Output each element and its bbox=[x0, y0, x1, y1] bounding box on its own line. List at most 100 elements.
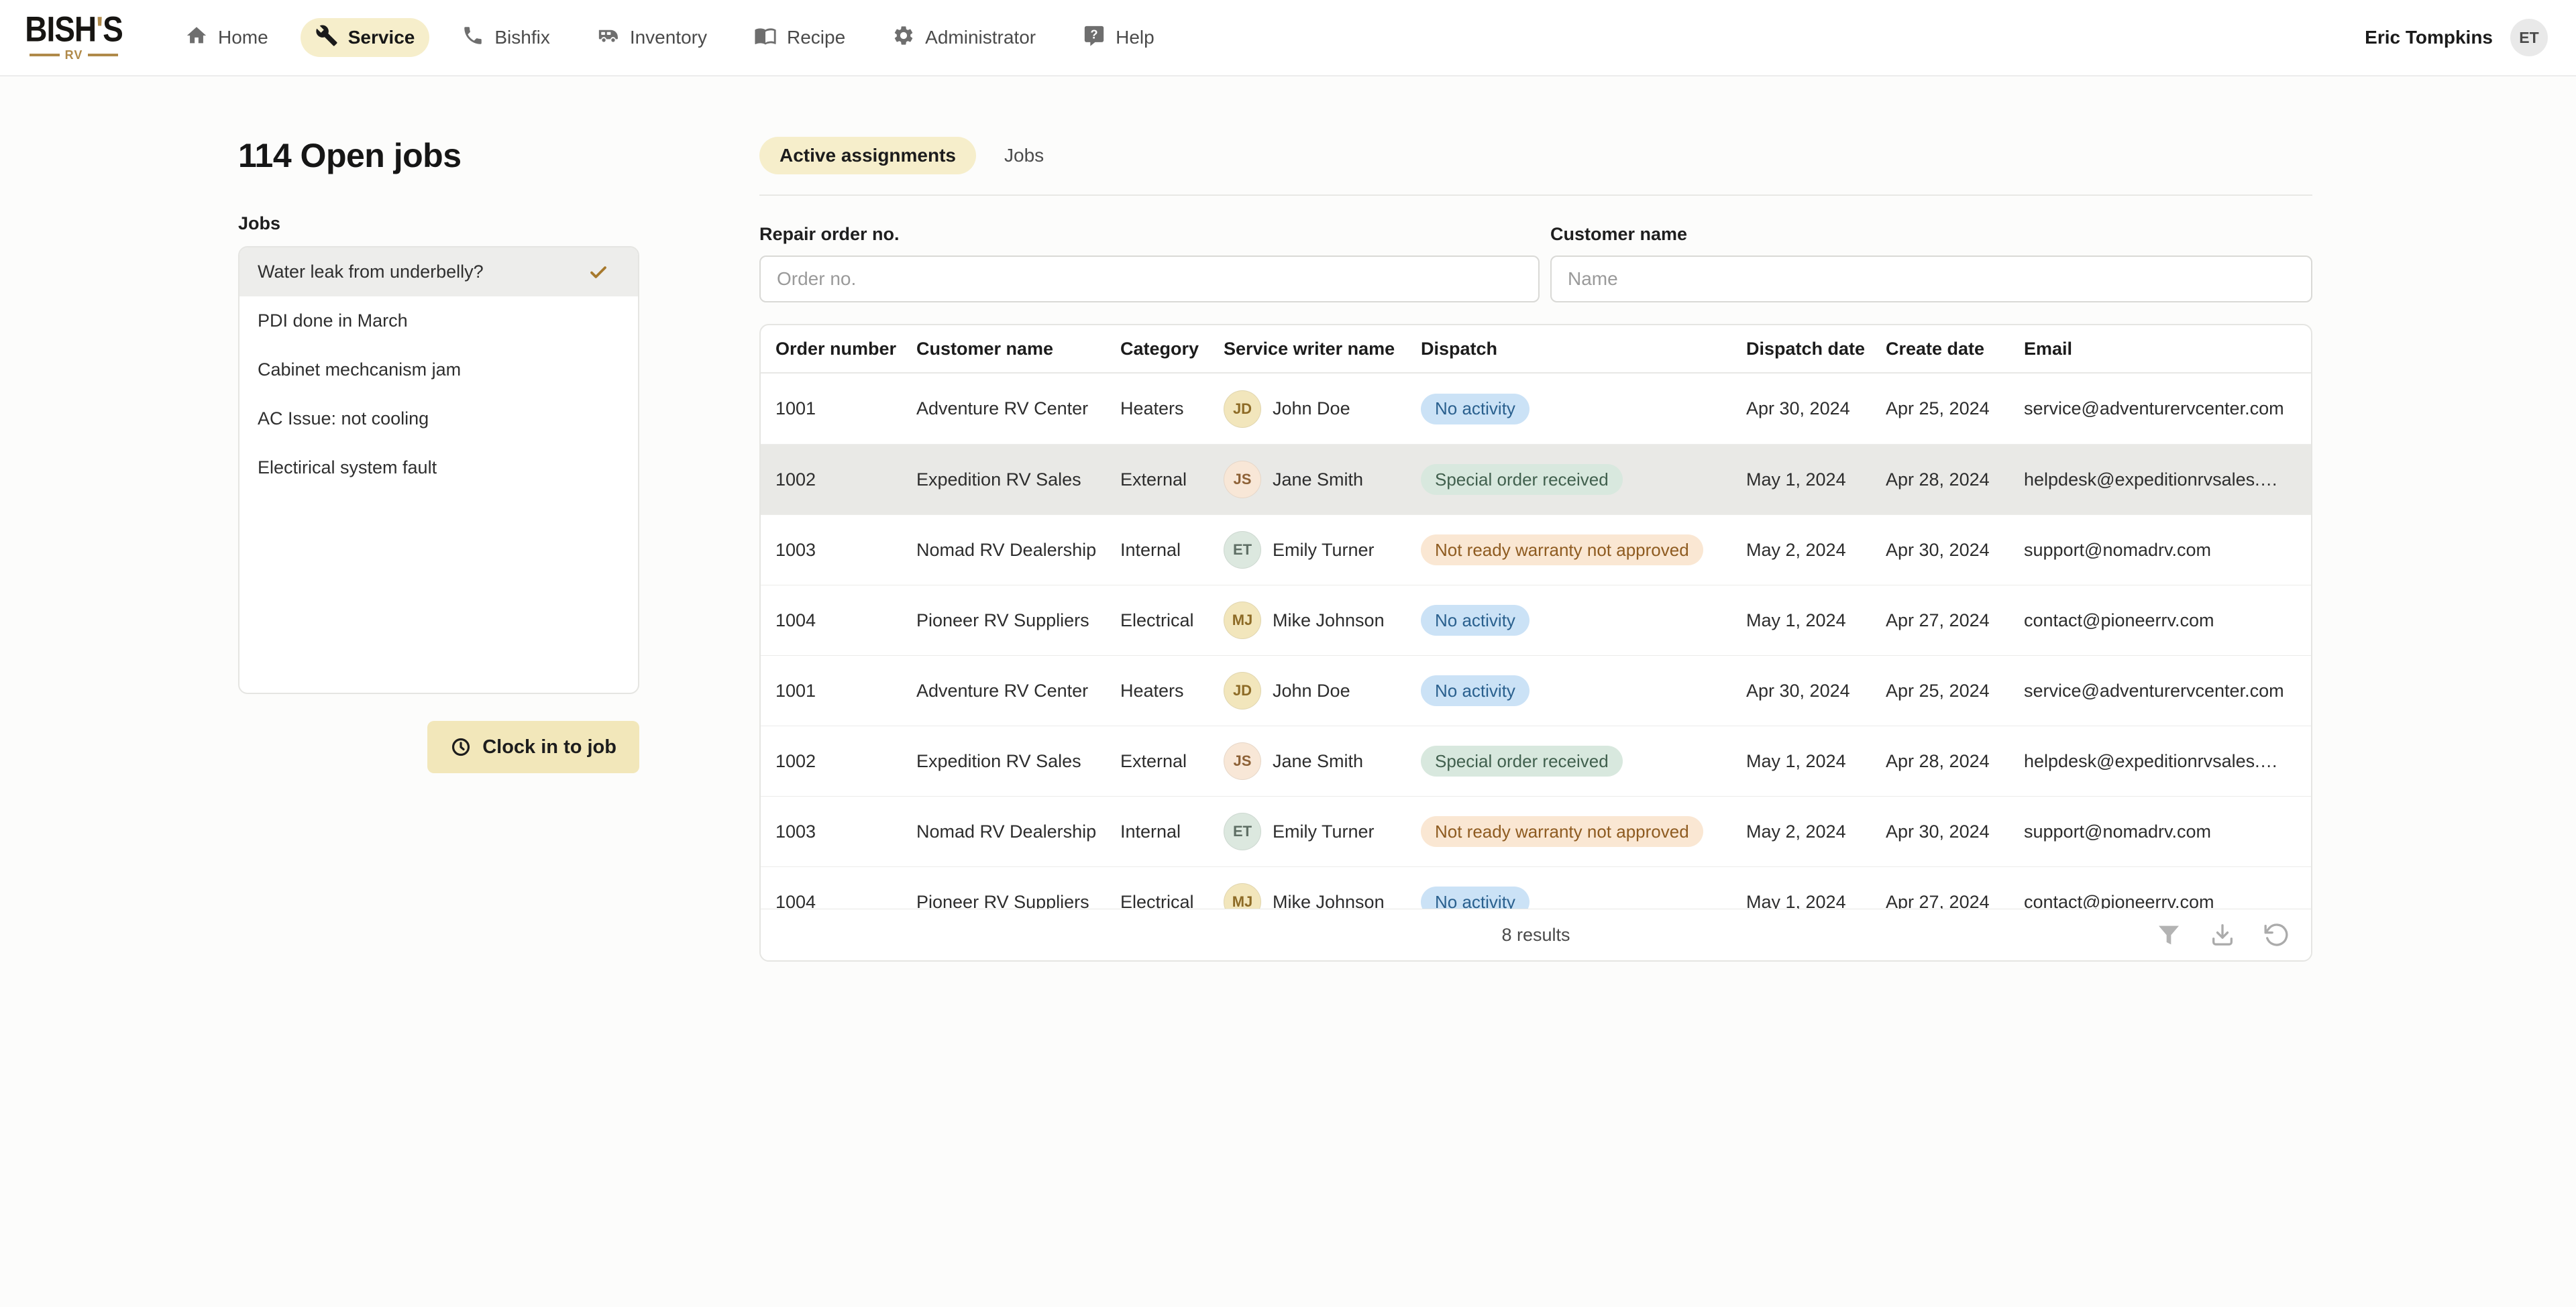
refresh-button[interactable] bbox=[2261, 920, 2291, 950]
category-cell: External bbox=[1120, 751, 1224, 772]
nav-item-home[interactable]: Home bbox=[170, 18, 283, 57]
customer-name-cell: Pioneer RV Suppliers bbox=[916, 892, 1120, 909]
dispatch-date-cell: May 2, 2024 bbox=[1746, 821, 1886, 842]
service-writer-name: Mike Johnson bbox=[1273, 610, 1385, 631]
job-list-item-label: AC Issue: not cooling bbox=[258, 408, 429, 429]
download-icon bbox=[2209, 921, 2236, 948]
download-button[interactable] bbox=[2208, 920, 2237, 950]
order-number-cell: 1002 bbox=[775, 469, 916, 490]
email-cell: contact@pioneerrv.com bbox=[2024, 892, 2298, 909]
nav-item-label: Inventory bbox=[630, 27, 707, 48]
job-list-item[interactable]: PDI done in March bbox=[239, 296, 638, 345]
table-row[interactable]: 1003 Nomad RV Dealership Internal ET Emi… bbox=[761, 514, 2311, 585]
filters: Repair order no. Customer name bbox=[759, 224, 2312, 302]
tab-active-assignments[interactable]: Active assignments bbox=[759, 137, 976, 174]
nav-item-recipe[interactable]: Recipe bbox=[739, 18, 860, 57]
brand-sub: RV bbox=[30, 48, 118, 62]
category-cell: Electrical bbox=[1120, 892, 1224, 909]
brand-rv-label: RV bbox=[65, 48, 83, 62]
dispatch-date-cell: May 1, 2024 bbox=[1746, 751, 1886, 772]
email-cell: helpdesk@expeditionrvsales.com bbox=[2024, 751, 2298, 772]
wrench-icon bbox=[315, 24, 338, 52]
avatar: ET bbox=[1224, 813, 1261, 850]
order-number-cell: 1004 bbox=[775, 892, 916, 909]
tab-jobs[interactable]: Jobs bbox=[984, 137, 1064, 174]
status-badge: No activity bbox=[1421, 675, 1529, 706]
create-date-cell: Apr 27, 2024 bbox=[1886, 610, 2024, 631]
avatar[interactable]: ET bbox=[2510, 19, 2548, 56]
avatar: JD bbox=[1224, 672, 1261, 709]
table-row[interactable]: 1001 Adventure RV Center Heaters JD John… bbox=[761, 655, 2311, 726]
create-date-cell: Apr 25, 2024 bbox=[1886, 398, 2024, 419]
create-date-cell: Apr 25, 2024 bbox=[1886, 681, 2024, 701]
user-name: Eric Tompkins bbox=[2365, 27, 2493, 48]
job-list-item-label: Water leak from underbelly? bbox=[258, 262, 484, 282]
status-badge: Special order received bbox=[1421, 464, 1623, 495]
table-row[interactable]: 1004 Pioneer RV Suppliers Electrical MJ … bbox=[761, 866, 2311, 909]
repair-order-label: Repair order no. bbox=[759, 224, 1540, 245]
jobs-list-label: Jobs bbox=[238, 213, 639, 234]
customer-name-cell: Adventure RV Center bbox=[916, 681, 1120, 701]
service-writer-name: Jane Smith bbox=[1273, 751, 1363, 772]
status-badge: Special order received bbox=[1421, 746, 1623, 777]
results-count: 8 results bbox=[761, 925, 2311, 946]
nav-item-administrator[interactable]: Administrator bbox=[877, 18, 1051, 57]
table-row[interactable]: 1002 Expedition RV Sales External JS Jan… bbox=[761, 726, 2311, 796]
refresh-icon bbox=[2263, 921, 2290, 948]
service-writer-name: Jane Smith bbox=[1273, 469, 1363, 490]
table-header: Order numberCustomer nameCategoryService… bbox=[761, 325, 2311, 374]
email-cell: support@nomadrv.com bbox=[2024, 821, 2298, 842]
dispatch-cell: Special order received bbox=[1421, 464, 1746, 495]
job-list-item[interactable]: AC Issue: not cooling bbox=[239, 394, 638, 443]
dispatch-cell: No activity bbox=[1421, 605, 1746, 636]
category-cell: Internal bbox=[1120, 821, 1224, 842]
table-row[interactable]: 1001 Adventure RV Center Heaters JD John… bbox=[761, 374, 2311, 444]
category-cell: Internal bbox=[1120, 540, 1224, 561]
nav-item-help[interactable]: ? Help bbox=[1068, 18, 1169, 57]
topbar: BISH'S RV Home Service Bishfix Inventory… bbox=[0, 0, 2576, 76]
svg-text:?: ? bbox=[1090, 27, 1097, 41]
job-list-item-label: Cabinet mechcanism jam bbox=[258, 359, 461, 380]
job-list-item[interactable]: Cabinet mechcanism jam bbox=[239, 345, 638, 394]
repair-order-input[interactable] bbox=[759, 255, 1540, 302]
page-title: 114 Open jobs bbox=[238, 135, 639, 176]
nav-item-service[interactable]: Service bbox=[301, 18, 430, 57]
service-writer-cell: JS Jane Smith bbox=[1224, 742, 1421, 780]
filter-button[interactable] bbox=[2154, 920, 2184, 950]
status-badge: Not ready warranty not approved bbox=[1421, 534, 1703, 565]
order-number-cell: 1001 bbox=[775, 398, 916, 419]
service-writer-name: Emily Turner bbox=[1273, 540, 1375, 561]
clock-in-label: Clock in to job bbox=[482, 736, 616, 758]
tabs: Active assignments Jobs bbox=[759, 135, 2312, 176]
topbar-user: Eric Tompkins ET bbox=[2365, 19, 2548, 56]
table-row[interactable]: 1004 Pioneer RV Suppliers Electrical MJ … bbox=[761, 585, 2311, 655]
job-list-item[interactable]: Water leak from underbelly? bbox=[239, 247, 638, 296]
job-list-item[interactable]: Electirical system fault bbox=[239, 443, 638, 492]
brand-logo[interactable]: BISH'S RV bbox=[30, 13, 118, 62]
clock-icon bbox=[450, 736, 472, 758]
phone-icon bbox=[462, 24, 484, 52]
nav-item-bishfix[interactable]: Bishfix bbox=[447, 18, 564, 57]
column-header: Dispatch date bbox=[1746, 339, 1886, 359]
tabs-divider bbox=[759, 194, 2312, 196]
dispatch-cell: No activity bbox=[1421, 675, 1746, 706]
category-cell: Heaters bbox=[1120, 681, 1224, 701]
customer-name-cell: Expedition RV Sales bbox=[916, 469, 1120, 490]
nav-item-label: Help bbox=[1116, 27, 1155, 48]
avatar: MJ bbox=[1224, 883, 1261, 909]
repair-order-filter: Repair order no. bbox=[759, 224, 1540, 302]
clock-in-button[interactable]: Clock in to job bbox=[427, 721, 639, 773]
category-cell: Heaters bbox=[1120, 398, 1224, 419]
table-row[interactable]: 1003 Nomad RV Dealership Internal ET Emi… bbox=[761, 796, 2311, 866]
tab-label: Active assignments bbox=[780, 145, 956, 166]
nav-item-inventory[interactable]: Inventory bbox=[582, 18, 722, 57]
job-list-item-label: PDI done in March bbox=[258, 310, 408, 331]
column-header: Service writer name bbox=[1224, 339, 1421, 359]
customer-name-input[interactable] bbox=[1550, 255, 2312, 302]
avatar: ET bbox=[1224, 531, 1261, 569]
column-header: Order number bbox=[775, 339, 916, 359]
dispatch-cell: No activity bbox=[1421, 394, 1746, 424]
brand-rule-left bbox=[30, 54, 60, 56]
table-row[interactable]: 1002 Expedition RV Sales External JS Jan… bbox=[761, 444, 2311, 514]
check-icon bbox=[588, 262, 608, 282]
